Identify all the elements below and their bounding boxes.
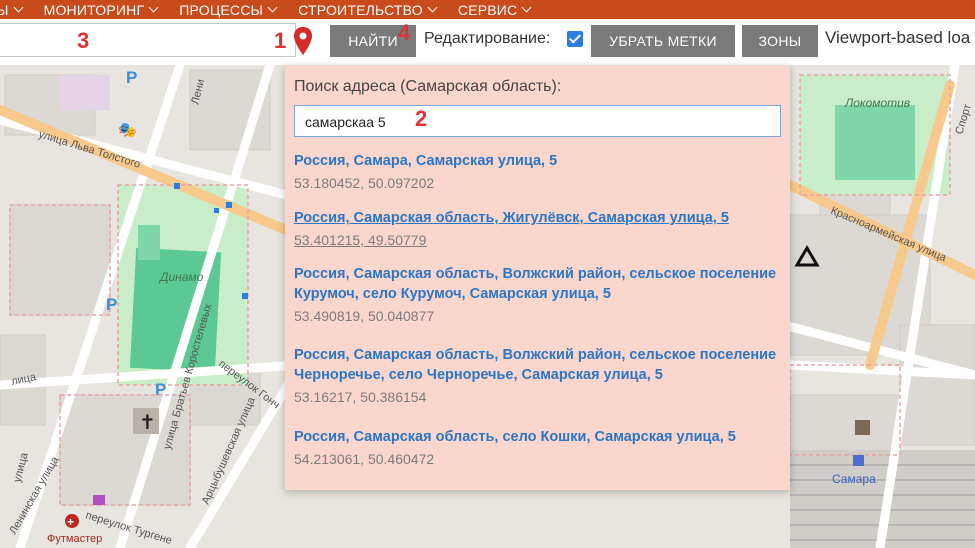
annotation-4: 4 — [398, 20, 411, 45]
address-search-popup: Поиск адреса (Самарская область): самарс… — [285, 65, 790, 490]
zones-button[interactable]: ЗОНЫ — [742, 25, 818, 57]
annotation-2: 2 — [415, 106, 428, 131]
chevron-down-icon — [521, 2, 532, 13]
chevron-down-icon — [148, 2, 159, 13]
station-icon — [853, 455, 864, 466]
chevron-down-icon — [13, 2, 24, 13]
popup-title: Поиск адреса (Самарская область): — [294, 78, 562, 95]
address-query-input[interactable]: самарскаа 5 — [294, 105, 781, 137]
shop-icon — [93, 495, 105, 505]
result-coords: 53.490819, 50.040877 — [294, 308, 435, 324]
nav-item-label: ПРОЦЕССЫ — [179, 1, 264, 18]
result-address[interactable]: Россия, Самарская область, Волжский райо… — [294, 264, 784, 304]
parking-icon: P — [126, 68, 137, 87]
map-label: Самара — [832, 472, 876, 486]
nav-item-label: СТРОИТЕЛЬСТВО — [298, 1, 423, 18]
search-result[interactable]: Россия, Самарская область, Волжский райо… — [294, 345, 784, 407]
clear-markers-button[interactable]: УБРАТЬ МЕТКИ — [591, 25, 735, 57]
toolbar: НАЙТИ Редактирование: УБРАТЬ МЕТКИ ЗОНЫ … — [0, 19, 975, 65]
search-result[interactable]: Россия, Самара, Самарская улица, 5 53.18… — [294, 151, 784, 193]
nav-item-monitoring[interactable]: МОНИТОРИНГ — [43, 1, 159, 18]
search-result[interactable]: Россия, Самарская область, Волжский райо… — [294, 264, 784, 326]
nav-item-construction[interactable]: СТРОИТЕЛЬСТВО — [298, 1, 438, 18]
nav-item-processes[interactable]: ПРОЦЕССЫ — [179, 1, 278, 18]
top-nav: Ы МОНИТОРИНГ ПРОЦЕССЫ СТРОИТЕЛЬСТВО СЕРВ… — [0, 0, 975, 19]
result-address[interactable]: Россия, Самарская область, Жигулёвск, Са… — [294, 208, 784, 228]
nav-item-service[interactable]: СЕРВИС — [457, 1, 532, 18]
result-coords: 53.401215, 49.50779 — [294, 232, 427, 248]
nav-item-label: СЕРВИС — [457, 1, 518, 18]
plus-icon: + — [67, 515, 74, 529]
result-coords: 53.16217, 50.386154 — [294, 389, 427, 405]
result-address[interactable]: Россия, Самарская область, Волжский райо… — [294, 345, 784, 385]
annotation-3: 3 — [77, 28, 90, 53]
result-address[interactable]: Россия, Самарская область, село Кошки, С… — [294, 427, 784, 447]
result-coords: 53.180452, 50.097202 — [294, 175, 435, 191]
result-address[interactable]: Россия, Самара, Самарская улица, 5 — [294, 151, 784, 171]
edit-checkbox[interactable] — [567, 31, 583, 47]
nav-item-label: МОНИТОРИНГ — [43, 1, 145, 18]
museum-icon — [855, 420, 870, 435]
theatre-icon: 🎭 — [118, 122, 137, 139]
edit-label: Редактирование: — [424, 30, 551, 47]
parking-icon: P — [155, 380, 166, 399]
nav-item-label: Ы — [0, 1, 9, 18]
search-input[interactable] — [0, 23, 296, 57]
nav-item-partial[interactable]: Ы — [0, 1, 24, 18]
map-label: Футмастер — [47, 533, 102, 545]
search-result[interactable]: Россия, Самарская область, Жигулёвск, Са… — [294, 208, 784, 250]
cross-icon: ✝ — [139, 410, 156, 434]
map-label: Динамо — [158, 270, 204, 284]
chevron-down-icon — [427, 2, 438, 13]
chevron-down-icon — [267, 2, 278, 13]
map-pin-icon — [294, 27, 312, 55]
map-label: Локомотив — [844, 96, 910, 110]
search-result[interactable]: Россия, Самарская область, село Кошки, С… — [294, 427, 784, 469]
viewport-label: Viewport-based loa — [825, 28, 971, 47]
annotation-1: 1 — [274, 28, 287, 53]
parking-icon: P — [106, 295, 117, 314]
result-coords: 54.213061, 50.460472 — [294, 451, 435, 467]
